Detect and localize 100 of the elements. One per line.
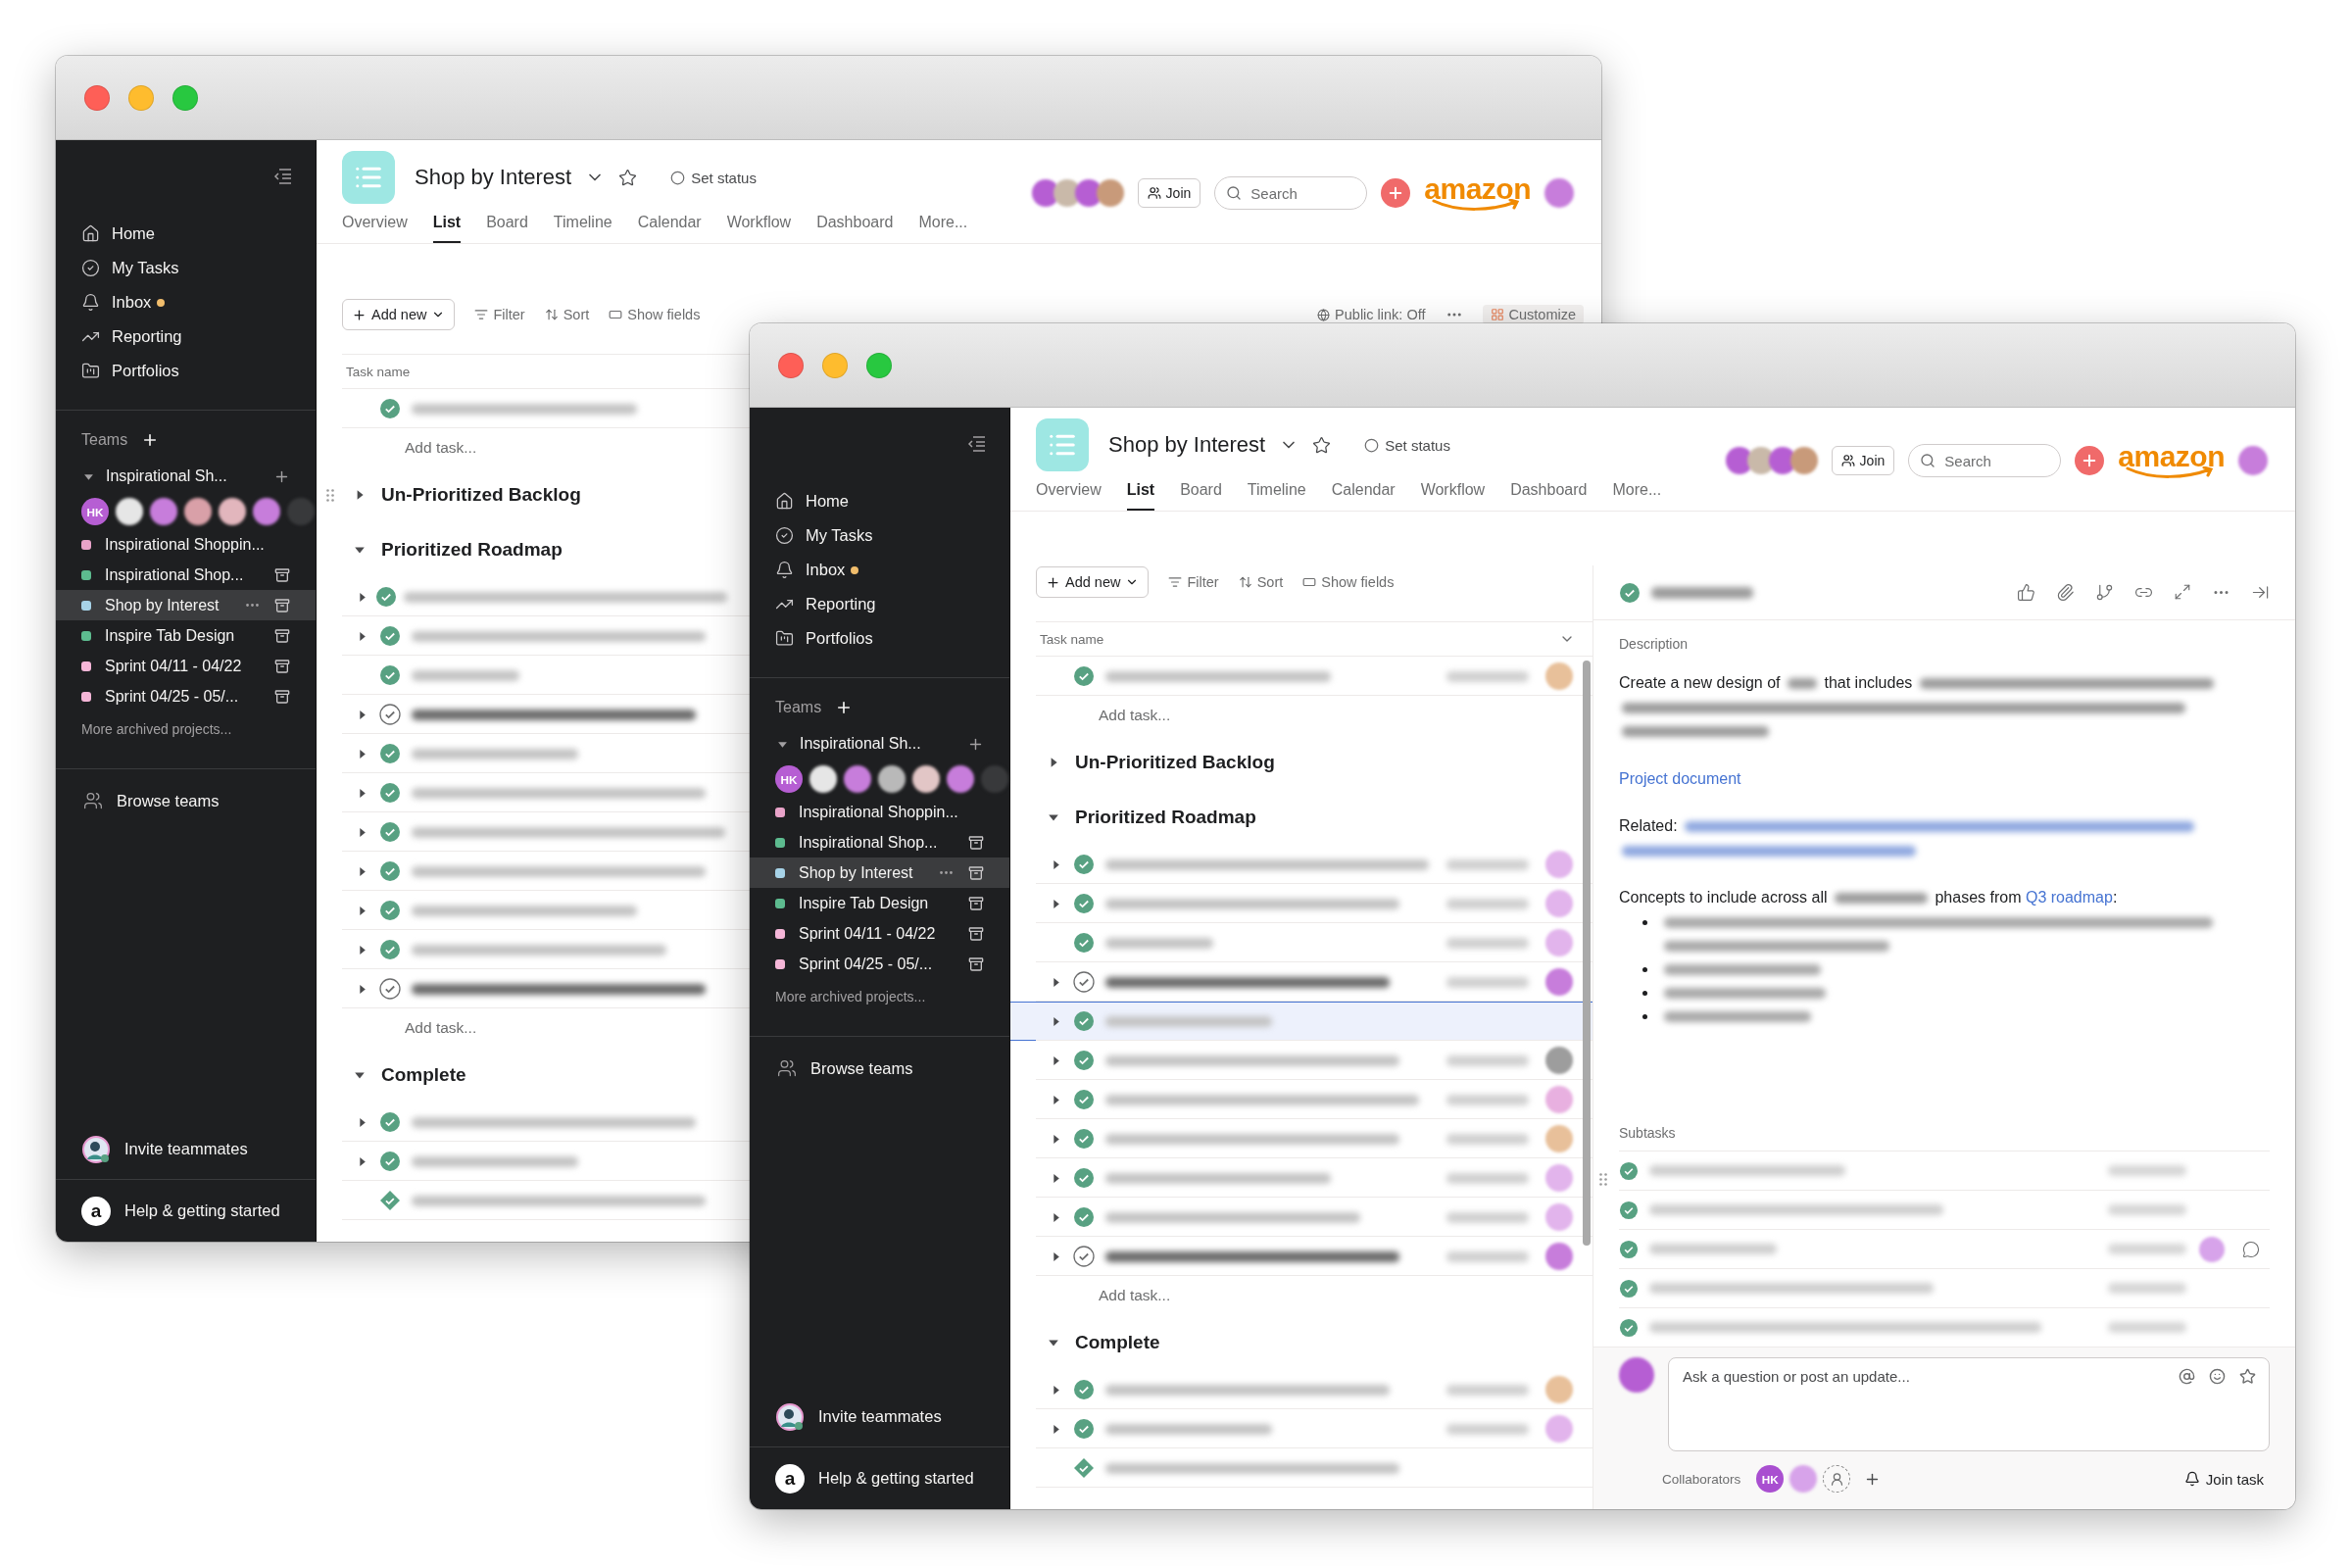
browse-teams-link[interactable]: Browse teams (117, 791, 220, 810)
blurred-link[interactable] (1685, 821, 2195, 833)
collapse-sidebar-icon[interactable] (272, 168, 292, 185)
nav-item[interactable]: Home (56, 217, 316, 251)
completed-check-icon[interactable] (1073, 1089, 1095, 1110)
completed-check-icon[interactable] (1073, 665, 1095, 687)
nav-item[interactable]: Portfolios (56, 354, 316, 388)
completed-check-icon[interactable] (379, 743, 401, 764)
scrollbar[interactable] (1583, 661, 1591, 1246)
completed-check-icon[interactable] (1619, 1278, 1639, 1298)
avatar[interactable] (1545, 1243, 1573, 1270)
help-link[interactable]: Help & getting started (124, 1201, 280, 1220)
check-circle-icon[interactable] (379, 978, 401, 1000)
completed-check-icon[interactable] (379, 1111, 401, 1133)
section-title[interactable]: Prioritized Roadmap (381, 539, 563, 561)
completed-check-icon[interactable] (1073, 854, 1095, 875)
sort-button[interactable]: Sort (1238, 574, 1284, 590)
avatar[interactable] (1545, 1125, 1573, 1152)
avatar[interactable] (1789, 1465, 1818, 1493)
avatar[interactable]: HK (1756, 1465, 1785, 1493)
add-task-button[interactable]: Add task... (1010, 1276, 1592, 1315)
nav-item[interactable]: Reporting (750, 587, 1009, 621)
add-button[interactable] (2075, 446, 2105, 475)
close-button[interactable] (778, 352, 804, 378)
like-icon[interactable] (2017, 583, 2035, 602)
archive-icon[interactable] (968, 864, 984, 881)
filter-button[interactable]: Filter (474, 307, 525, 322)
milestone-icon[interactable] (1073, 1457, 1095, 1479)
completed-check-icon[interactable] (1619, 1239, 1639, 1259)
add-task-button[interactable]: Add task... (317, 428, 750, 467)
expand-icon[interactable] (2174, 583, 2191, 601)
team-name[interactable]: Inspirational Sh... (800, 735, 956, 753)
nav-item[interactable]: My Tasks (750, 518, 1009, 553)
show-fields-button[interactable]: Show fields (1302, 574, 1395, 590)
completed-check-icon[interactable] (379, 398, 401, 419)
completed-check-icon[interactable] (1073, 932, 1095, 954)
avatar[interactable] (1096, 179, 1124, 207)
project-item[interactable]: Inspire Tab Design (56, 620, 316, 651)
section-title[interactable]: Complete (381, 1064, 466, 1086)
tab[interactable]: Workflow (1420, 471, 1486, 511)
avatar[interactable] (1545, 890, 1573, 917)
section-title[interactable]: Un-Prioritized Backlog (1075, 752, 1275, 773)
add-new-button[interactable]: Add new (1036, 566, 1150, 598)
project-item[interactable]: Shop by Interest (56, 590, 316, 620)
tab[interactable]: Calendar (637, 204, 702, 243)
collapse-sidebar-icon[interactable] (966, 435, 986, 453)
tab[interactable]: Timeline (553, 204, 612, 243)
section-title[interactable]: Un-Prioritized Backlog (381, 484, 581, 506)
add-button[interactable] (1381, 178, 1411, 208)
customize-button[interactable]: Customize (1482, 305, 1584, 324)
section-title[interactable]: Prioritized Roadmap (1075, 807, 1256, 828)
comment-field[interactable]: Ask a question or post an update... (1668, 1357, 2270, 1451)
project-item[interactable]: Inspirational Shoppin... (56, 529, 316, 560)
avatar[interactable] (1789, 447, 1818, 474)
completed-check-icon[interactable] (1073, 1418, 1095, 1440)
completed-check-icon[interactable] (1073, 893, 1095, 914)
completed-check-icon[interactable] (379, 1151, 401, 1172)
join-task-button[interactable]: Join task (2178, 1469, 2270, 1489)
project-document-link[interactable]: Project document (1619, 769, 1741, 787)
avatar[interactable] (1545, 1203, 1573, 1231)
task-row[interactable] (1010, 1002, 1592, 1041)
archive-icon[interactable] (274, 627, 290, 644)
tab[interactable]: List (1126, 471, 1155, 511)
close-button[interactable] (84, 84, 110, 111)
tab[interactable]: Workflow (726, 204, 792, 243)
completed-check-icon[interactable] (375, 586, 397, 608)
add-task-button[interactable]: Add task... (317, 1008, 750, 1048)
project-item[interactable]: Sprint 04/25 - 05/... (56, 681, 316, 711)
completed-check-icon[interactable] (379, 860, 401, 882)
section-title[interactable]: Complete (1075, 1332, 1160, 1353)
more-projects-link[interactable]: More archived projects... (81, 721, 232, 737)
archive-icon[interactable] (968, 925, 984, 942)
sort-button[interactable]: Sort (544, 307, 590, 322)
milestone-icon[interactable] (379, 1190, 401, 1211)
archive-icon[interactable] (968, 834, 984, 851)
filter-button[interactable]: Filter (1168, 574, 1219, 590)
tab[interactable]: Overview (1036, 471, 1102, 511)
nav-item[interactable]: My Tasks (56, 251, 316, 285)
check-circle-icon[interactable] (1073, 971, 1095, 993)
user-avatar[interactable] (1544, 178, 1574, 208)
search-field[interactable]: Search (1908, 444, 2062, 477)
check-circle-icon[interactable] (1073, 1246, 1095, 1267)
avatar[interactable] (1545, 968, 1573, 996)
tab[interactable]: More... (918, 204, 968, 243)
project-item[interactable]: Shop by Interest (750, 858, 1009, 888)
public-link-button[interactable]: Public link: Off (1317, 307, 1426, 322)
completed-check-icon[interactable] (379, 625, 401, 647)
more-projects-link[interactable]: More archived projects... (775, 989, 926, 1004)
project-item[interactable]: Inspirational Shoppin... (750, 797, 1009, 827)
avatar[interactable] (1545, 1086, 1573, 1113)
archive-icon[interactable] (274, 688, 290, 705)
completed-check-icon[interactable] (1619, 1160, 1639, 1181)
attachment-icon[interactable] (2056, 583, 2075, 602)
completed-check-icon[interactable] (379, 664, 401, 686)
invite-teammates-link[interactable]: Invite teammates (818, 1407, 942, 1426)
nav-item[interactable]: Inbox (750, 553, 1009, 587)
comment-icon[interactable] (2242, 1240, 2260, 1258)
project-item[interactable]: Sprint 04/25 - 05/... (750, 949, 1009, 979)
nav-item[interactable]: Inbox (56, 285, 316, 319)
project-item[interactable]: Inspirational Shop... (750, 827, 1009, 858)
